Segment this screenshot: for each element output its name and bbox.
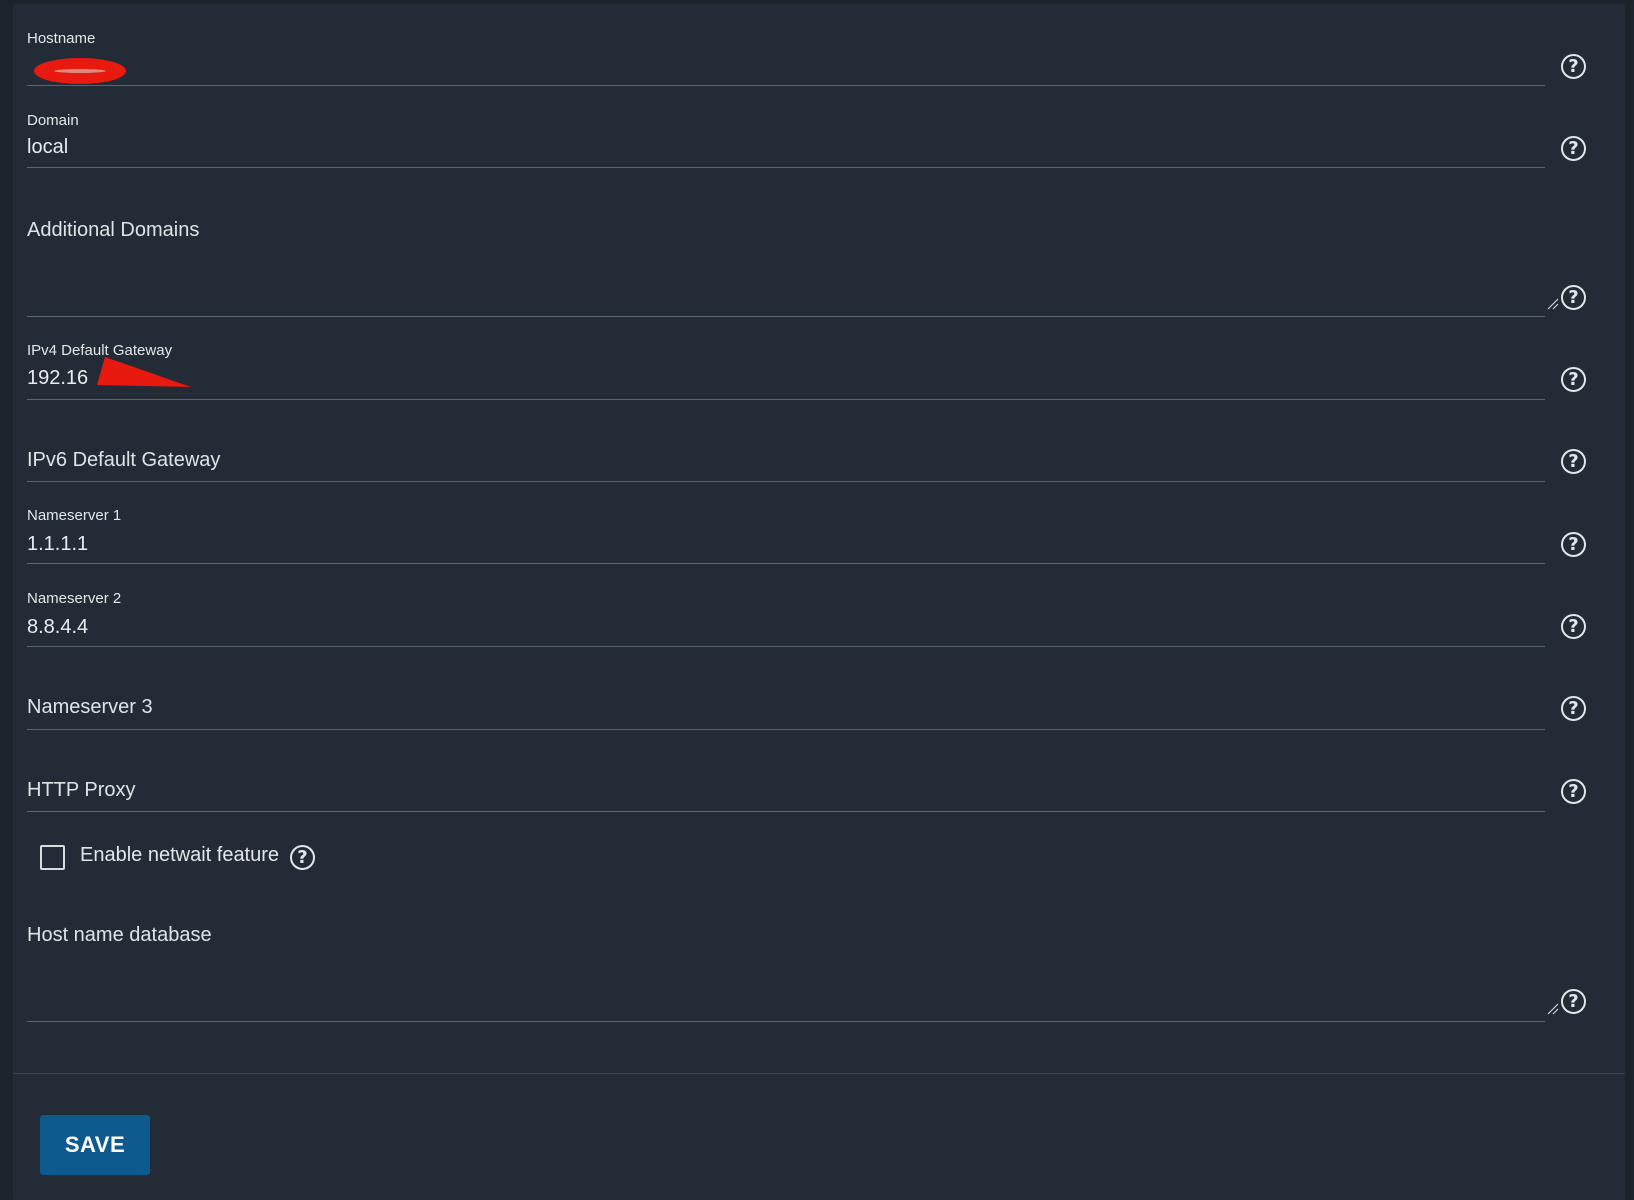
netwait-checkbox[interactable] bbox=[40, 845, 65, 870]
domain-field[interactable]: Domain local bbox=[27, 110, 1545, 168]
additional-domains-resize-handle-icon[interactable] bbox=[1547, 298, 1559, 310]
host-name-database-label: Host name database bbox=[27, 924, 212, 946]
nameserver1-help-icon[interactable]: ? bbox=[1561, 532, 1586, 557]
hostname-help-icon[interactable]: ? bbox=[1561, 54, 1586, 79]
nameserver3-field[interactable]: Nameserver 3 bbox=[27, 692, 1545, 730]
nameserver2-field[interactable]: Nameserver 2 8.8.4.4 bbox=[27, 588, 1545, 647]
netwait-help-icon[interactable]: ? bbox=[290, 845, 315, 870]
nameserver3-help-icon[interactable]: ? bbox=[1561, 696, 1586, 721]
additional-domains-help-icon[interactable]: ? bbox=[1561, 285, 1586, 310]
ipv6-gateway-field[interactable]: IPv6 Default Gateway bbox=[27, 445, 1545, 482]
ipv4-gateway-help-icon[interactable]: ? bbox=[1561, 367, 1586, 392]
netwait-label[interactable]: Enable netwait feature bbox=[80, 844, 279, 867]
nameserver2-help-icon[interactable]: ? bbox=[1561, 614, 1586, 639]
ipv4-gateway-field[interactable]: IPv4 Default Gateway 192.16 bbox=[27, 340, 1545, 400]
nameserver1-label: Nameserver 1 bbox=[27, 507, 122, 524]
domain-help-icon[interactable]: ? bbox=[1561, 136, 1586, 161]
save-button[interactable]: SAVE bbox=[40, 1115, 150, 1175]
http-proxy-field[interactable]: HTTP Proxy bbox=[27, 775, 1545, 812]
hostname-redaction-mark bbox=[34, 58, 126, 84]
hostname-label: Hostname bbox=[27, 30, 96, 47]
nameserver2-label: Nameserver 2 bbox=[27, 590, 122, 607]
nameserver2-value[interactable]: 8.8.4.4 bbox=[27, 616, 88, 639]
nameserver1-field[interactable]: Nameserver 1 1.1.1.1 bbox=[27, 505, 1545, 564]
hostname-field[interactable]: Hostname bbox=[27, 28, 1545, 86]
http-proxy-help-icon[interactable]: ? bbox=[1561, 779, 1586, 804]
nameserver3-label: Nameserver 3 bbox=[27, 696, 153, 718]
nameserver1-value[interactable]: 1.1.1.1 bbox=[27, 533, 88, 556]
ipv4-gateway-value[interactable]: 192.16 bbox=[27, 367, 88, 390]
ipv6-gateway-help-icon[interactable]: ? bbox=[1561, 449, 1586, 474]
actions-divider bbox=[13, 1073, 1625, 1074]
domain-value[interactable]: local bbox=[27, 136, 68, 159]
domain-label: Domain bbox=[27, 112, 79, 129]
additional-domains-textarea[interactable]: Additional Domains bbox=[27, 215, 1545, 317]
host-name-database-resize-handle-icon[interactable] bbox=[1547, 1003, 1559, 1015]
ipv4-gateway-redaction-mark bbox=[97, 357, 191, 387]
additional-domains-label: Additional Domains bbox=[27, 219, 200, 241]
host-name-database-help-icon[interactable]: ? bbox=[1561, 989, 1586, 1014]
ipv6-gateway-label: IPv6 Default Gateway bbox=[27, 449, 221, 471]
host-name-database-textarea[interactable]: Host name database bbox=[27, 920, 1545, 1022]
http-proxy-label: HTTP Proxy bbox=[27, 779, 136, 801]
